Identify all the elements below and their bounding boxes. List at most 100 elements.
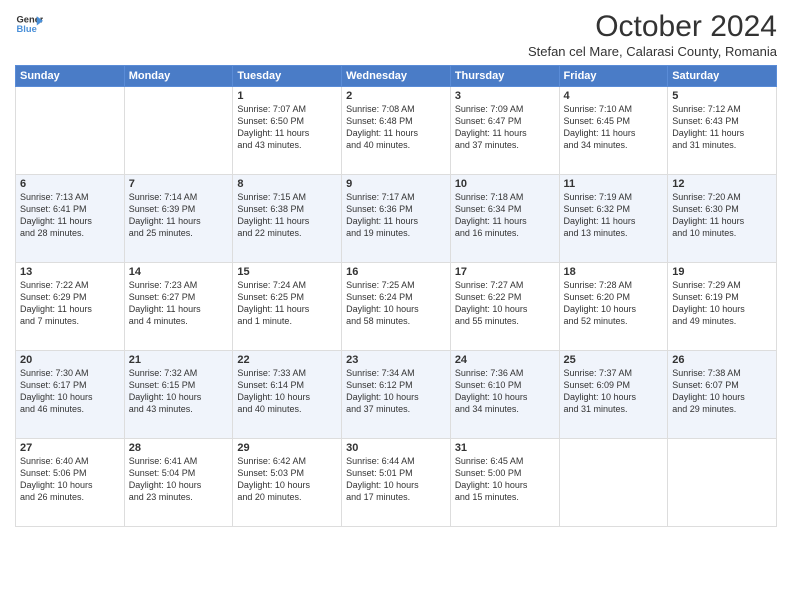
day-details: Sunrise: 7:17 AM Sunset: 6:36 PM Dayligh… [346,192,418,238]
calendar-cell: 3Sunrise: 7:09 AM Sunset: 6:47 PM Daylig… [450,87,559,175]
day-details: Sunrise: 7:37 AM Sunset: 6:09 PM Dayligh… [564,368,637,414]
day-number: 6 [20,178,120,190]
header-day-wednesday: Wednesday [342,66,451,87]
day-number: 23 [346,354,446,366]
day-details: Sunrise: 6:41 AM Sunset: 5:04 PM Dayligh… [129,456,202,502]
calendar-cell: 15 Sunrise: 7:24 AM Sunset: 6:25 PM Dayli… [233,263,342,351]
calendar-cell: 31Sunrise: 6:45 AM Sunset: 5:00 PM Dayli… [450,439,559,527]
day-details: Sunrise: 7:25 AM Sunset: 6:24 PM Dayligh… [346,280,419,326]
title-block: October 2024 Stefan cel Mare, Calarasi C… [528,10,777,59]
day-details: Sunrise: 7:22 AM Sunset: 6:29 PM Dayligh… [20,280,92,326]
day-details: Sunrise: 7:29 AM Sunset: 6:19 PM Dayligh… [672,280,745,326]
calendar-cell: 9 Sunrise: 7:17 AM Sunset: 6:36 PM Daylig… [342,175,451,263]
day-details: Sunrise: 7:09 AM Sunset: 6:47 PM Dayligh… [455,104,527,150]
day-details: Sunrise: 7:38 AM Sunset: 6:07 PM Dayligh… [672,368,745,414]
calendar-cell: 29 Sunrise: 6:42 AM Sunset: 5:03 PM Dayli… [233,439,342,527]
calendar-cell: 19 Sunrise: 7:29 AM Sunset: 6:19 PM Dayli… [668,263,777,351]
calendar-cell: 25 Sunrise: 7:37 AM Sunset: 6:09 PM Dayli… [559,351,668,439]
day-number: 16 [346,266,446,278]
day-number: 26 [672,354,772,366]
calendar-cell [668,439,777,527]
day-details: Sunrise: 7:08 AM Sunset: 6:48 PM Dayligh… [346,104,418,150]
calendar-page: General Blue October 2024 Stefan cel Mar… [0,0,792,612]
day-number: 30 [346,442,446,454]
day-details: Sunrise: 7:32 AM Sunset: 6:15 PM Dayligh… [129,368,202,414]
day-number: 17 [455,266,555,278]
calendar-cell: 21Sunrise: 7:32 AM Sunset: 6:15 PM Dayli… [124,351,233,439]
day-details: Sunrise: 6:40 AM Sunset: 5:06 PM Dayligh… [20,456,93,502]
calendar-cell: 5 Sunrise: 7:12 AM Sunset: 6:43 PM Daylig… [668,87,777,175]
header-row: SundayMondayTuesdayWednesdayThursdayFrid… [16,66,777,87]
calendar-cell: 6Sunrise: 7:13 AM Sunset: 6:41 PM Daylig… [16,175,125,263]
calendar-cell: 27Sunrise: 6:40 AM Sunset: 5:06 PM Dayli… [16,439,125,527]
calendar-cell: 7 Sunrise: 7:14 AM Sunset: 6:39 PM Daylig… [124,175,233,263]
day-number: 25 [564,354,664,366]
header-day-tuesday: Tuesday [233,66,342,87]
day-number: 11 [564,178,664,190]
day-details: Sunrise: 7:34 AM Sunset: 6:12 PM Dayligh… [346,368,419,414]
day-number: 8 [237,178,337,190]
day-number: 7 [129,178,229,190]
day-details: Sunrise: 7:33 AM Sunset: 6:14 PM Dayligh… [237,368,310,414]
day-number: 13 [20,266,120,278]
week-row-2: 6Sunrise: 7:13 AM Sunset: 6:41 PM Daylig… [16,175,777,263]
logo: General Blue [15,10,43,38]
day-details: Sunrise: 7:20 AM Sunset: 6:30 PM Dayligh… [672,192,744,238]
day-details: Sunrise: 6:44 AM Sunset: 5:01 PM Dayligh… [346,456,419,502]
calendar-cell: 14 Sunrise: 7:23 AM Sunset: 6:27 PM Dayli… [124,263,233,351]
calendar-cell [559,439,668,527]
day-number: 2 [346,90,446,102]
day-details: Sunrise: 7:14 AM Sunset: 6:39 PM Dayligh… [129,192,201,238]
day-details: Sunrise: 7:30 AM Sunset: 6:17 PM Dayligh… [20,368,93,414]
day-details: Sunrise: 7:36 AM Sunset: 6:10 PM Dayligh… [455,368,528,414]
header-day-thursday: Thursday [450,66,559,87]
day-number: 5 [672,90,772,102]
day-details: Sunrise: 6:42 AM Sunset: 5:03 PM Dayligh… [237,456,310,502]
day-number: 22 [237,354,337,366]
calendar-cell: 2 Sunrise: 7:08 AM Sunset: 6:48 PM Daylig… [342,87,451,175]
header-day-friday: Friday [559,66,668,87]
day-details: Sunrise: 7:23 AM Sunset: 6:27 PM Dayligh… [129,280,201,326]
day-number: 12 [672,178,772,190]
calendar-cell: 22 Sunrise: 7:33 AM Sunset: 6:14 PM Dayli… [233,351,342,439]
calendar-table: SundayMondayTuesdayWednesdayThursdayFrid… [15,65,777,527]
week-row-3: 13 Sunrise: 7:22 AM Sunset: 6:29 PM Dayli… [16,263,777,351]
calendar-cell: 18 Sunrise: 7:28 AM Sunset: 6:20 PM Dayli… [559,263,668,351]
day-number: 1 [237,90,337,102]
day-details: Sunrise: 7:07 AM Sunset: 6:50 PM Dayligh… [237,104,309,150]
day-number: 19 [672,266,772,278]
day-number: 4 [564,90,664,102]
day-number: 9 [346,178,446,190]
calendar-cell: 30 Sunrise: 6:44 AM Sunset: 5:01 PM Dayli… [342,439,451,527]
calendar-cell: 20Sunrise: 7:30 AM Sunset: 6:17 PM Dayli… [16,351,125,439]
calendar-cell [124,87,233,175]
day-number: 18 [564,266,664,278]
calendar-cell: 17 Sunrise: 7:27 AM Sunset: 6:22 PM Dayli… [450,263,559,351]
svg-text:Blue: Blue [17,24,37,34]
calendar-cell: 28 Sunrise: 6:41 AM Sunset: 5:04 PM Dayli… [124,439,233,527]
week-row-4: 20Sunrise: 7:30 AM Sunset: 6:17 PM Dayli… [16,351,777,439]
day-number: 28 [129,442,229,454]
calendar-cell: 4 Sunrise: 7:10 AM Sunset: 6:45 PM Daylig… [559,87,668,175]
day-details: Sunrise: 7:10 AM Sunset: 6:45 PM Dayligh… [564,104,636,150]
day-details: Sunrise: 7:12 AM Sunset: 6:43 PM Dayligh… [672,104,744,150]
day-number: 14 [129,266,229,278]
calendar-cell: 26 Sunrise: 7:38 AM Sunset: 6:07 PM Dayli… [668,351,777,439]
header: General Blue October 2024 Stefan cel Mar… [15,10,777,59]
calendar-cell: 8Sunrise: 7:15 AM Sunset: 6:38 PM Daylig… [233,175,342,263]
day-details: Sunrise: 7:28 AM Sunset: 6:20 PM Dayligh… [564,280,637,326]
day-number: 15 [237,266,337,278]
month-title: October 2024 [528,10,777,44]
day-details: Sunrise: 7:19 AM Sunset: 6:32 PM Dayligh… [564,192,636,238]
calendar-cell: 23 Sunrise: 7:34 AM Sunset: 6:12 PM Dayli… [342,351,451,439]
calendar-cell: 16 Sunrise: 7:25 AM Sunset: 6:24 PM Dayli… [342,263,451,351]
week-row-1: 1 Sunrise: 7:07 AM Sunset: 6:50 PM Daylig… [16,87,777,175]
day-number: 29 [237,442,337,454]
day-details: Sunrise: 7:24 AM Sunset: 6:25 PM Dayligh… [237,280,309,326]
day-details: Sunrise: 7:27 AM Sunset: 6:22 PM Dayligh… [455,280,528,326]
header-day-monday: Monday [124,66,233,87]
logo-icon: General Blue [15,10,43,38]
calendar-cell: 11 Sunrise: 7:19 AM Sunset: 6:32 PM Dayli… [559,175,668,263]
day-number: 10 [455,178,555,190]
calendar-cell: 12 Sunrise: 7:20 AM Sunset: 6:30 PM Dayli… [668,175,777,263]
